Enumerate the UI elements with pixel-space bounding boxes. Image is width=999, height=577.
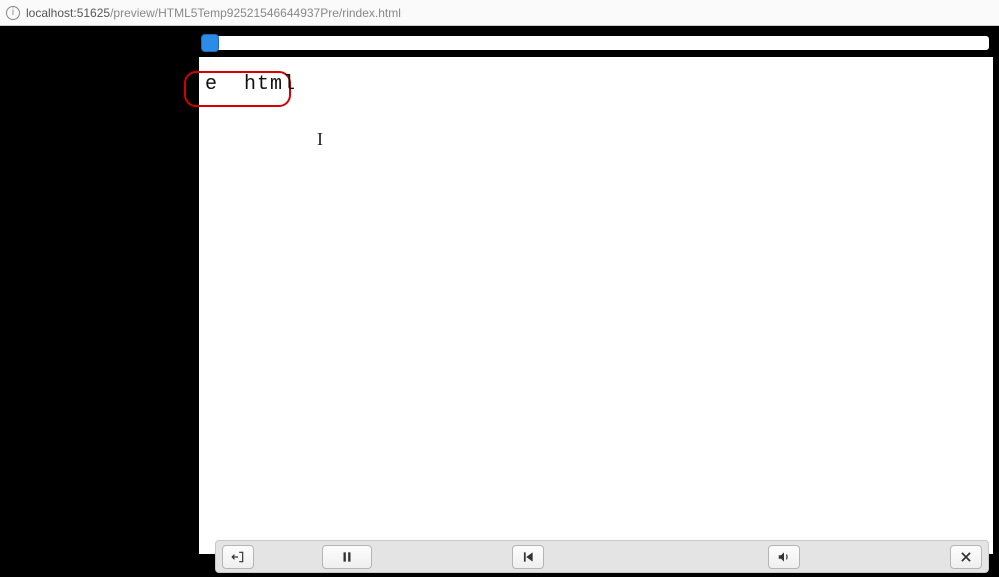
close-icon bbox=[959, 550, 973, 564]
url-host: localhost: bbox=[26, 6, 77, 20]
exit-icon bbox=[231, 550, 245, 564]
player-area: e html I bbox=[199, 32, 993, 554]
close-button[interactable] bbox=[950, 545, 982, 569]
url-path: /preview/HTML5Temp92521546644937Pre/rind… bbox=[110, 6, 401, 20]
skip-back-icon bbox=[521, 550, 535, 564]
viewport: e html I bbox=[0, 26, 999, 577]
info-icon[interactable]: i bbox=[6, 6, 20, 20]
pause-icon bbox=[340, 550, 354, 564]
browser-address-bar: i localhost:51625/preview/HTML5Temp92521… bbox=[0, 0, 999, 26]
seek-track bbox=[203, 36, 989, 50]
volume-button[interactable] bbox=[768, 545, 800, 569]
stage-text: e html bbox=[205, 73, 296, 96]
rewind-button[interactable] bbox=[512, 545, 544, 569]
text-cursor-icon: I bbox=[317, 129, 323, 150]
seek-handle[interactable] bbox=[201, 34, 219, 52]
playback-control-bar bbox=[215, 540, 989, 573]
pause-button[interactable] bbox=[322, 545, 372, 569]
exit-button[interactable] bbox=[222, 545, 254, 569]
controls-left bbox=[222, 545, 254, 569]
content-stage: e html I bbox=[199, 57, 993, 554]
url-port: 51625 bbox=[77, 6, 110, 20]
volume-icon bbox=[777, 550, 791, 564]
seek-bar[interactable] bbox=[199, 32, 993, 54]
controls-right bbox=[768, 545, 982, 569]
url-display[interactable]: localhost:51625/preview/HTML5Temp9252154… bbox=[26, 6, 401, 20]
